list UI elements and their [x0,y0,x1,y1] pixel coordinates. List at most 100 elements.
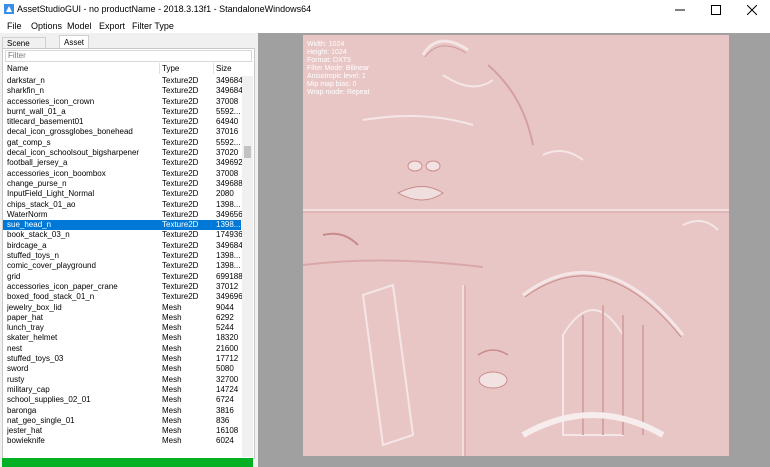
minimize-icon [675,9,685,10]
vertical-scrollbar[interactable] [242,76,253,457]
asset-row[interactable]: chips_stack_01_ao Texture2D 1398... [3,200,241,210]
asset-name-cell: accessories_icon_boombox [7,168,106,178]
asset-row[interactable]: sword Mesh 5080 [3,364,241,374]
asset-type-cell: Texture2D [162,251,199,261]
asset-type-cell: Texture2D [162,292,199,302]
column-header-name[interactable]: Name [7,63,28,74]
asset-row[interactable]: nat_geo_single_01 Mesh 836 [3,416,241,426]
asset-size-cell: 64940 [216,117,239,127]
asset-row[interactable]: gat_comp_s Texture2D 5592... [3,138,241,148]
asset-size-cell: 21600 [216,343,239,353]
asset-size-cell: 9044 [216,302,234,312]
asset-row[interactable]: book_stack_03_n Texture2D 174936 [3,230,242,240]
asset-size-cell: 349684 [216,240,242,250]
menu-model[interactable]: Model [67,21,92,31]
info-width: Width: 1024 [307,41,345,48]
asset-row[interactable]: burnt_wall_01_a Texture2D 5592... [3,107,241,117]
asset-row[interactable]: sharkfin_n Texture2D 349684 [3,86,242,96]
close-button[interactable] [734,0,770,19]
asset-row[interactable]: rusty Mesh 32700 [3,375,241,385]
asset-row[interactable]: nest Mesh 21600 [3,344,241,354]
asset-row[interactable]: jewelry_box_lid Mesh 9044 [3,303,241,313]
asset-row[interactable]: school_supplies_02_01 Mesh 6724 [3,395,241,405]
asset-row[interactable]: accessories_icon_crown Texture2D 37008 [3,97,241,107]
asset-size-cell: 836 [216,415,230,425]
maximize-icon [711,4,721,15]
normal-map-texture [303,35,729,456]
asset-name-cell: decal_icon_grossglobes_bonehead [7,127,133,137]
asset-type-cell: Texture2D [162,261,199,271]
asset-type-cell: Texture2D [162,76,199,85]
column-divider[interactable] [159,63,160,74]
progress-fill [2,458,253,467]
menu-export[interactable]: Export [99,21,125,31]
asset-name-cell: school_supplies_02_01 [7,395,91,405]
asset-name-cell: burnt_wall_01_a [7,106,66,116]
asset-size-cell: 1398... [216,251,241,261]
asset-row[interactable]: stuffed_toys_n Texture2D 1398... [3,251,241,261]
menu-options[interactable]: Options [31,21,62,31]
asset-row[interactable]: accessories_icon_boombox Texture2D 37008 [3,169,241,179]
info-filter-mode: Filter Mode: Bilinear [307,65,370,72]
info-anisotropic: Anisotropic level: 1 [307,73,366,80]
asset-row[interactable]: birdcage_a Texture2D 349684 [3,240,242,251]
info-height: Height: 1024 [307,49,347,56]
asset-row[interactable]: jester_hat Mesh 16108 [3,426,241,436]
asset-name-cell: chips_stack_01_ao [7,199,76,209]
asset-row[interactable]: paper_hat Mesh 6292 [3,313,241,323]
asset-row[interactable]: football_jersey_a Texture2D 349692 [3,158,242,168]
column-header-size[interactable]: Size [216,63,232,74]
asset-type-cell: Texture2D [162,209,199,219]
maximize-button[interactable] [698,0,734,19]
asset-size-cell: 6024 [216,436,234,446]
asset-row[interactable]: bowieknife Mesh 6024 [3,436,241,446]
asset-name-cell: lunch_tray [7,323,44,333]
asset-name-cell: jester_hat [7,426,43,436]
column-divider[interactable] [213,63,214,74]
filter-input[interactable]: Filter [5,50,252,62]
asset-row[interactable]: accessories_icon_paper_crane Texture2D 370… [3,282,241,292]
scrollbar-thumb[interactable] [244,146,251,158]
asset-row[interactable]: boxed_food_stack_01_n Texture2D 349696 [3,292,242,302]
asset-type-cell: Texture2D [162,189,199,199]
menu-file[interactable]: File [7,21,22,31]
asset-row[interactable]: sue_head_n Texture2D 1398... [3,220,241,231]
asset-size-cell: 16108 [216,426,239,436]
asset-row[interactable]: baronga Mesh 3816 [3,406,241,416]
asset-row[interactable]: grid Texture2D 699188 [3,271,242,282]
asset-size-cell: 699188 [216,271,242,281]
column-header-type[interactable]: Type [162,63,179,74]
asset-row[interactable]: titlecard_basement01 Texture2D 64940 [3,117,241,127]
menu-filter-type[interactable]: Filter Type [132,21,174,31]
asset-row[interactable]: change_purse_n Texture2D 349688 [3,179,242,189]
asset-row[interactable]: comic_cover_playground Texture2D 1398... [3,261,241,271]
asset-name-cell: gat_comp_s [7,137,51,147]
asset-name-cell: bowieknife [7,436,45,446]
asset-type-cell: Mesh [162,323,182,333]
asset-row[interactable]: InputField_Light_Normal Texture2D 2080 [3,189,241,199]
asset-size-cell: 174936 [216,230,242,240]
asset-type-cell: Mesh [162,312,182,322]
asset-row[interactable]: darkstar_n Texture2D 349684 [3,76,242,86]
asset-name-cell: WaterNorm [7,209,48,219]
info-mipmap-bias: Mip map bias: 0 [307,81,357,88]
asset-row[interactable]: stuffed_toys_03 Mesh 17712 [3,354,241,364]
asset-type-cell: Mesh [162,405,182,415]
asset-row[interactable]: decal_icon_grossglobes_bonehead Texture2D… [3,127,241,137]
asset-size-cell: 37012 [216,281,239,291]
asset-row[interactable]: military_cap Mesh 14724 [3,385,241,395]
asset-size-cell: 17712 [216,354,239,364]
asset-row[interactable]: decal_icon_schoolsout_bigsharpener Textur… [3,148,241,158]
asset-type-cell: Texture2D [162,240,199,250]
asset-list-panel: Filter Name Type Size darkstar_n Texture2… [2,48,255,459]
asset-name-cell: stuffed_toys_03 [7,354,64,364]
asset-row[interactable]: skater_helmet Mesh 18320 [3,333,241,343]
minimize-button[interactable] [662,0,698,19]
asset-type-cell: Texture2D [162,220,199,230]
asset-row[interactable]: WaterNorm Texture2D 349656 [3,209,242,220]
asset-type-cell: Texture2D [162,127,199,137]
asset-row[interactable]: lunch_tray Mesh 5244 [3,323,241,333]
asset-size-cell: 5592... [216,106,241,116]
asset-size-cell: 37008 [216,168,239,178]
asset-name-cell: decal_icon_schoolsout_bigsharpener [7,148,140,158]
